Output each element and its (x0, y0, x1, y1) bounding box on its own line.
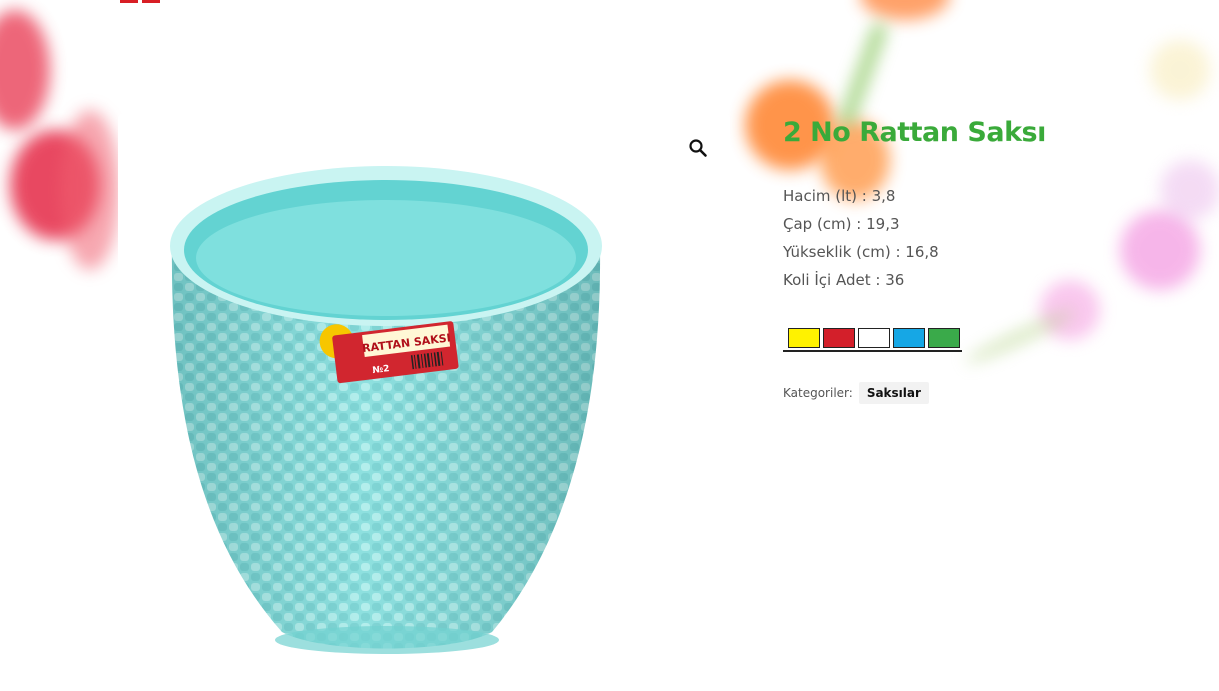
zoom-button[interactable] (686, 136, 710, 160)
swatch-yellow[interactable] (788, 328, 820, 348)
product-specs: Hacim (lt) : 3,8 Çap (cm) : 19,3 Yüksekl… (783, 182, 1113, 294)
product-summary: 2 No Rattan Saksı Hacim (lt) : 3,8 Çap (… (783, 114, 1113, 404)
swatch-green[interactable] (928, 328, 960, 348)
swatch-white[interactable] (858, 328, 890, 348)
color-swatches (783, 328, 962, 352)
product-meta: Kategoriler: Saksılar (783, 382, 1113, 404)
swatch-red[interactable] (823, 328, 855, 348)
spec-box-quantity: Koli İçi Adet : 36 (783, 271, 905, 289)
spec-diameter: Çap (cm) : 19,3 (783, 215, 900, 233)
category-tag[interactable]: Saksılar (858, 382, 929, 404)
spec-height: Yükseklik (cm) : 16,8 (783, 243, 939, 261)
logo-fragment (120, 0, 160, 3)
sticker-number: №2 (372, 364, 390, 376)
product-gallery: RATTAN SAKSI №2 (118, 114, 730, 674)
categories-label: Kategoriler: (783, 386, 853, 400)
product-image[interactable]: RATTAN SAKSI №2 (162, 162, 607, 657)
spec-volume: Hacim (lt) : 3,8 (783, 187, 896, 205)
swatch-blue[interactable] (893, 328, 925, 348)
magnifier-icon (689, 139, 707, 157)
product-title: 2 No Rattan Saksı (783, 117, 1046, 148)
